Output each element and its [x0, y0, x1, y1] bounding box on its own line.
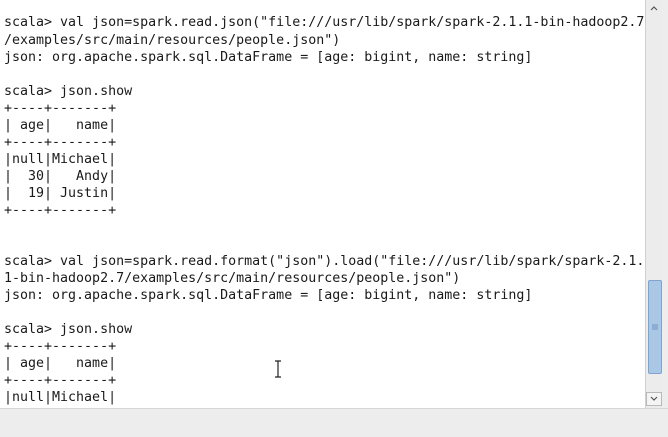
- bottom-status-bar: [0, 408, 668, 437]
- terminal-line: +----+-------+: [4, 339, 117, 354]
- window-edge: [662, 0, 668, 408]
- terminal-output[interactable]: scala> val json=spark.read.json("file://…: [0, 0, 645, 408]
- terminal-line: /examples/src/main/resources/people.json…: [4, 33, 341, 48]
- terminal-line: | age| name|: [4, 118, 117, 133]
- terminal-line: |null|Michael|: [4, 152, 117, 167]
- terminal-line: json: org.apache.spark.sql.DataFrame = […: [4, 288, 533, 303]
- terminal-line: scala> val json=spark.read.format("json"…: [4, 254, 645, 269]
- terminal-line: +----+-------+: [4, 135, 117, 150]
- ibeam-cursor-icon: [275, 360, 281, 378]
- scroll-up-arrow-icon[interactable]: [646, 1, 662, 15]
- terminal-line: 1-bin-hadoop2.7/examples/src/main/resour…: [4, 271, 461, 286]
- terminal-line: scala> json.show: [4, 322, 133, 337]
- terminal-line: json: org.apache.spark.sql.DataFrame = […: [4, 50, 533, 65]
- terminal-line: +----+-------+: [4, 101, 117, 116]
- terminal-line: | age| name|: [4, 356, 117, 371]
- terminal-line: | 19| Justin|: [4, 186, 117, 201]
- vertical-scrollbar[interactable]: [645, 0, 663, 408]
- scroll-thumb[interactable]: [648, 280, 662, 374]
- terminal-line: +----+-------+: [4, 203, 117, 218]
- grip-icon: [652, 324, 658, 330]
- terminal-line: scala> val json=spark.read.json("file://…: [4, 15, 645, 30]
- terminal-line: +----+-------+: [4, 373, 117, 388]
- terminal-line: |null|Michael|: [4, 390, 117, 405]
- terminal-line: | 30| Andy|: [4, 169, 117, 184]
- scroll-down-arrow-icon[interactable]: [646, 392, 662, 406]
- terminal-line: scala> json.show: [4, 84, 133, 99]
